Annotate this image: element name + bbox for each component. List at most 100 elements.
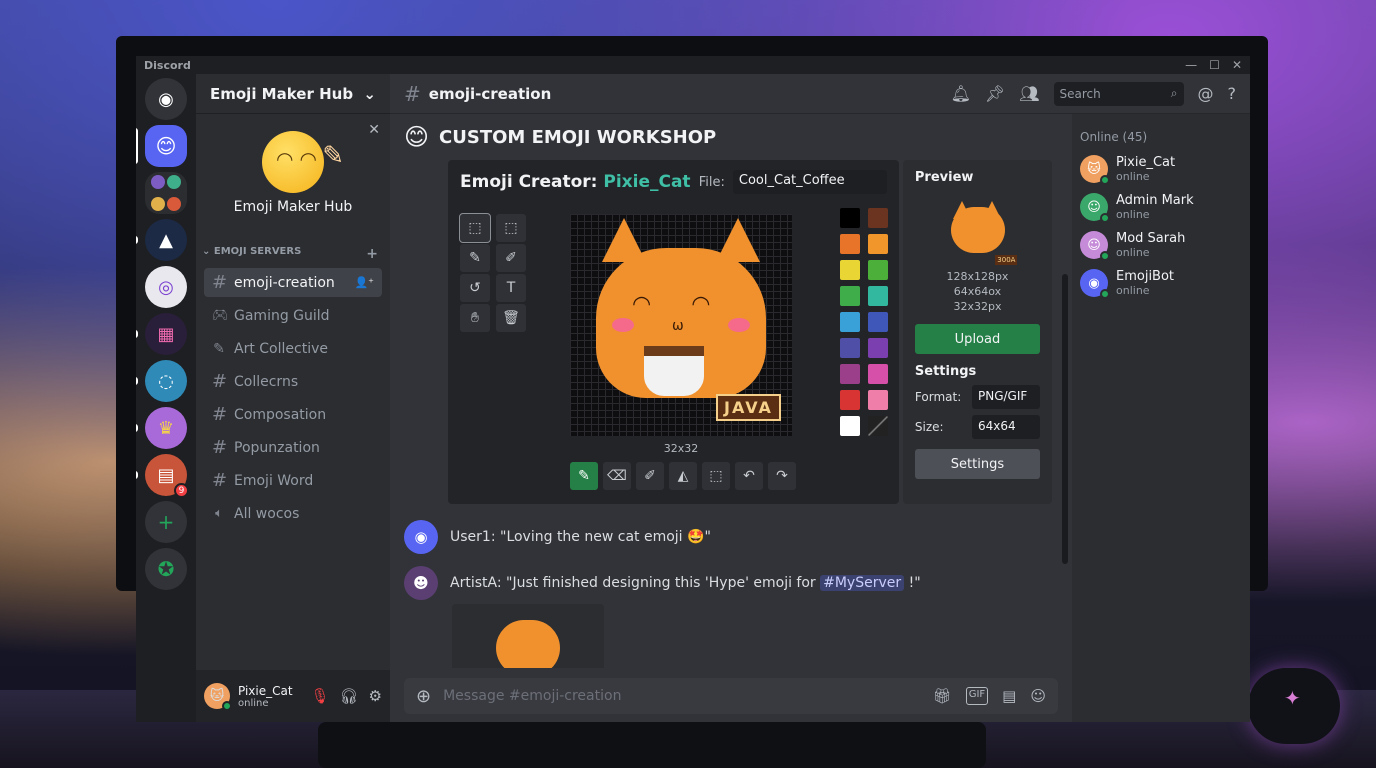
user-avatar[interactable]: 🐱 [204, 683, 232, 711]
search-input[interactable]: Search ⌕ [1053, 81, 1184, 106]
channel-collecrns[interactable]: # Collecrns [204, 367, 382, 396]
member-admin-mark[interactable]: ☺ Admin Mark online [1080, 188, 1242, 226]
server-header[interactable]: Emoji Maker Hub ⌄ [196, 74, 390, 114]
color-swatch-18[interactable] [868, 416, 888, 436]
hype-cat-emoji [496, 620, 560, 668]
server-collage[interactable]: ▤ 9 [136, 454, 189, 498]
add-channel-icon[interactable]: + [366, 246, 378, 262]
emoji-picker-icon[interactable]: ☺ [1030, 687, 1046, 705]
draw-toolbar: ✎ ⌫ ✐ ◭ ⬚ ↶ ↷ [570, 462, 796, 490]
banner-emoji-icon: ◠◠ ✎ [262, 131, 344, 193]
minimize-icon[interactable]: — [1185, 58, 1197, 72]
member-mod-sarah[interactable]: ☺ Mod Sarah online [1080, 226, 1242, 264]
color-swatch-2[interactable] [868, 208, 888, 228]
maximize-icon[interactable]: ☐ [1209, 58, 1220, 72]
server-mountain[interactable]: ▲ [136, 219, 187, 261]
add-server-button[interactable]: + [145, 501, 187, 543]
text-tool-icon[interactable]: T [496, 274, 526, 302]
explore-button[interactable]: ✪ [145, 548, 187, 590]
brush-tool-icon[interactable]: ✐ [496, 244, 526, 272]
channel-composation[interactable]: # Composation [204, 400, 382, 429]
mute-microphone-icon[interactable]: 🎙︎ [310, 687, 329, 705]
lasso-tool-icon[interactable]: ↺ [460, 274, 490, 302]
pin-icon[interactable]: 📌︎ [985, 84, 1005, 103]
eraser-icon[interactable]: ⌫ [603, 462, 631, 490]
home-button[interactable]: ◉ [145, 78, 187, 120]
message-author[interactable]: User1: [450, 529, 496, 545]
members-icon[interactable]: 👥︎ [1019, 84, 1039, 103]
channel-art-collective[interactable]: ✎ Art Collective [204, 334, 382, 363]
channel-all-wocos[interactable]: 🔈︎ All wocos [204, 499, 382, 528]
category-label: ⌄ EMOJI SERVERS [202, 246, 302, 257]
message-author[interactable]: ArtistA: [450, 575, 502, 591]
chevron-down-icon[interactable]: ⌄ [363, 85, 376, 103]
close-icon[interactable]: ✕ [1232, 58, 1242, 72]
discord-avatar-icon[interactable]: ◉ [404, 520, 438, 554]
member-emojibot[interactable]: ◉ EmojiBot online [1080, 264, 1242, 302]
size-select[interactable]: 64x64 [972, 415, 1040, 439]
gear-icon[interactable]: ⚙ [369, 687, 382, 705]
fill-bucket-icon[interactable]: ◭ [669, 462, 697, 490]
message-input[interactable]: Message #emoji-creation [443, 688, 621, 704]
channel-emoji-word[interactable]: # Emoji Word [204, 466, 382, 495]
color-swatch-4[interactable] [868, 234, 888, 254]
redo-icon[interactable]: ↷ [768, 462, 796, 490]
help-icon[interactable]: ? [1228, 84, 1237, 103]
mentions-icon[interactable]: @ [1198, 84, 1214, 103]
server-yellow[interactable]: ♛ [136, 407, 187, 449]
color-swatch-9[interactable] [840, 312, 860, 332]
color-swatch-14[interactable] [868, 364, 888, 384]
channel-emoji-creation[interactable]: # emoji-creation 👤⁺ [204, 268, 382, 297]
color-swatch-10[interactable] [868, 312, 888, 332]
bell-icon[interactable]: 🔔︎ [951, 84, 971, 103]
color-swatch-7[interactable] [840, 286, 860, 306]
color-swatch-13[interactable] [840, 364, 860, 384]
channel-popunzation[interactable]: # Popunzation [204, 433, 382, 462]
image-attachment[interactable] [452, 604, 604, 668]
artist-avatar[interactable]: ☻ [404, 566, 438, 600]
close-banner-icon[interactable]: ✕ [368, 122, 380, 138]
scrollbar[interactable] [1062, 274, 1068, 564]
select-tool-icon[interactable]: ⬚ [459, 213, 491, 243]
color-swatch-12[interactable] [868, 338, 888, 358]
color-swatch-6[interactable] [868, 260, 888, 280]
color-swatch-3[interactable] [840, 234, 860, 254]
select-box-icon[interactable]: ⬚ [702, 462, 730, 490]
server-folder[interactable] [145, 172, 187, 214]
format-select[interactable]: PNG/GIF [972, 385, 1040, 409]
color-swatch-11[interactable] [840, 338, 860, 358]
color-swatch-8[interactable] [868, 286, 888, 306]
channel-mention[interactable]: #MyServer [820, 575, 905, 591]
channel-gaming-guild[interactable]: 🎮︎ Gaming Guild [204, 301, 382, 330]
plus-circle-icon[interactable]: ⊕ [416, 686, 431, 707]
sticker-icon[interactable]: ▤ [1002, 687, 1016, 705]
gift-icon[interactable]: 🎁︎ [933, 687, 952, 705]
channel-label: Emoji Word [234, 472, 314, 489]
server-eye[interactable]: ◎ [145, 266, 187, 308]
pencil-icon[interactable]: ✎ [570, 462, 598, 490]
gif-icon[interactable]: GIF [965, 687, 989, 705]
server-ring[interactable]: ◌ [136, 360, 187, 402]
member-pixie-cat[interactable]: 🐱 Pixie_Cat online [1080, 150, 1242, 188]
server-emoji-maker-hub[interactable]: 😊 [136, 125, 187, 167]
hand-tool-icon[interactable]: ✋︎ [460, 304, 490, 332]
pixel-canvas[interactable]: ◠◠ ω JAVA [570, 214, 792, 436]
trash-icon[interactable]: 🗑︎ [496, 304, 526, 332]
upload-button[interactable]: Upload [914, 324, 1040, 354]
color-swatch-17[interactable] [840, 416, 860, 436]
undo-icon[interactable]: ↶ [735, 462, 763, 490]
file-name-input[interactable]: Cool_Cat_Coffee [732, 170, 887, 194]
color-swatch-5[interactable] [840, 260, 860, 280]
channel-category[interactable]: ⌄ EMOJI SERVERS + [196, 232, 390, 266]
eyedropper-icon[interactable]: ✐ [636, 462, 664, 490]
server-pixel[interactable]: ▦ [136, 313, 187, 355]
add-member-icon[interactable]: 👤⁺ [354, 276, 374, 289]
pencil-tool-icon[interactable]: ✎ [460, 244, 490, 272]
message-composer[interactable]: ⊕ Message #emoji-creation 🎁︎ GIF ▤ ☺ [404, 678, 1058, 714]
color-swatch-1[interactable] [840, 208, 860, 228]
settings-button[interactable]: Settings [914, 449, 1040, 479]
color-swatch-15[interactable] [840, 390, 860, 410]
color-swatch-16[interactable] [868, 390, 888, 410]
headphones-icon[interactable]: 🎧︎ [340, 687, 359, 705]
marquee-tool-icon[interactable]: ⬚ [496, 214, 526, 242]
